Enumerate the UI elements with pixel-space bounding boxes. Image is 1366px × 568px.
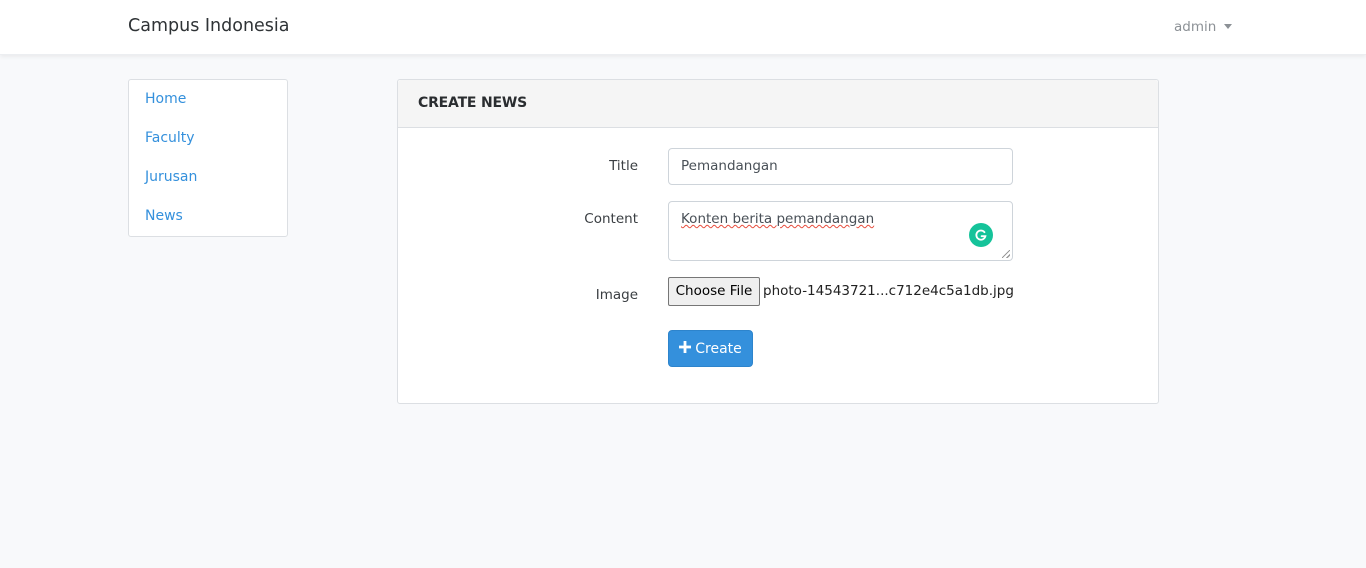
content-label: Content <box>584 211 638 227</box>
resize-handle[interactable] <box>1002 250 1010 258</box>
plus-icon <box>679 340 692 357</box>
create-button[interactable]: Create <box>668 330 753 367</box>
create-news-card: CREATE NEWS Title Pemandangan Content Ko… <box>397 79 1159 404</box>
choose-file-button[interactable]: Choose File <box>668 277 760 306</box>
user-menu-dropdown[interactable]: admin <box>1174 19 1233 35</box>
title-input[interactable]: Pemandangan <box>668 148 1013 185</box>
sidebar-item-news[interactable]: News <box>145 208 183 224</box>
user-name: admin <box>1174 19 1217 35</box>
card-header: CREATE NEWS <box>398 80 1158 128</box>
top-navbar: Campus Indonesia admin <box>0 0 1366 55</box>
sidebar-item-jurusan[interactable]: Jurusan <box>145 169 197 185</box>
caret-down-icon <box>1224 23 1233 29</box>
image-label: Image <box>595 287 638 303</box>
create-button-label: Create <box>695 340 742 357</box>
content-textarea[interactable]: Konten berita pemandangan <box>668 201 1013 261</box>
grammarly-icon[interactable] <box>969 223 993 247</box>
sidebar-item-faculty[interactable]: Faculty <box>145 130 195 146</box>
sidebar-item-home[interactable]: Home <box>145 91 186 107</box>
brand-title[interactable]: Campus Indonesia <box>128 16 290 36</box>
sidebar-nav: Home Faculty Jurusan News <box>128 79 288 237</box>
content-text: Konten berita pemandangan <box>681 211 875 227</box>
title-label: Title <box>609 158 638 174</box>
selected-file-name: photo-14543721...c712e4c5a1db.jpg <box>763 283 1014 299</box>
card-title: CREATE NEWS <box>418 95 527 111</box>
